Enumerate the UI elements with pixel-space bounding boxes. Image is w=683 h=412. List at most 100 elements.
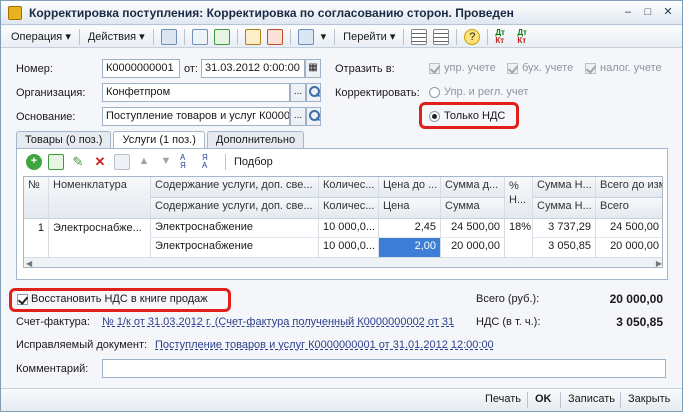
table-cell-total[interactable]: 20 000,00 (596, 238, 662, 257)
sort-asc-icon[interactable]: АЯ (180, 154, 196, 170)
copy-row-icon[interactable] (48, 154, 64, 170)
table-cell-content[interactable]: Электроснабжение (151, 238, 319, 257)
dt-kt-movements-icon[interactable]: Дт Кт (517, 28, 533, 45)
org-label: Организация: (16, 87, 86, 99)
reflect-upr-checkbox[interactable] (429, 63, 440, 74)
scroll-left-icon[interactable]: ◀ (26, 259, 32, 267)
adjust-vat-only-radio[interactable] (429, 111, 440, 122)
col-header-price[interactable]: Цена (379, 198, 441, 219)
reflect-nal-checkbox[interactable] (585, 63, 596, 74)
col-header-qty-before[interactable]: Количес... (319, 177, 379, 198)
col-header-qty[interactable]: Количес... (319, 198, 379, 219)
table-cell-number[interactable]: 1 (24, 219, 49, 257)
table-cell-vat-sum[interactable]: 3 050,85 (533, 238, 596, 257)
chevron-down-icon[interactable]: ▾ (317, 30, 331, 43)
select-basis-button[interactable]: ... (290, 107, 306, 126)
col-header-nomenclature[interactable]: Номенклатура (49, 177, 151, 219)
scroll-right-icon[interactable]: ▶ (656, 259, 662, 267)
dt-kt-report-icon[interactable]: Дт Кт (495, 28, 511, 45)
add-row-icon[interactable]: + (26, 154, 42, 170)
table-cell-total-before[interactable]: 24 500,00 (596, 219, 662, 238)
sort-desc-icon[interactable]: ЯА (202, 154, 218, 170)
col-header-sum-before[interactable]: Сумма д... (441, 177, 505, 198)
download-icon[interactable] (266, 28, 283, 45)
date-field[interactable]: 31.03.2012 0:00:00 (201, 59, 305, 78)
restore-vat-label: Восстановить НДС в книге продаж (31, 293, 208, 305)
delete-row-icon[interactable]: ✕ (92, 154, 108, 170)
structure-icon[interactable] (411, 28, 428, 45)
comment-field[interactable] (102, 359, 666, 378)
number-label: Номер: (16, 63, 53, 75)
goto-menu[interactable]: Перейти ▾ (339, 30, 399, 43)
table-cell-price-selected[interactable]: 2,00 (379, 238, 441, 257)
col-header-content[interactable]: Содержание услуги, доп. све... (151, 198, 319, 219)
col-header-number[interactable]: № (24, 177, 49, 219)
calendar-icon[interactable]: ▦ (305, 59, 321, 78)
restore-vat-checkbox[interactable] (17, 294, 28, 305)
adjust-vat-only-label: Только НДС (444, 110, 506, 122)
reflect-nal-label: налог. учете (600, 62, 662, 74)
post-document-icon[interactable] (160, 28, 177, 45)
tab-goods[interactable]: Товары (0 поз.) (16, 131, 112, 149)
col-header-content-before[interactable]: Содержание услуги, доп. све... (151, 177, 319, 198)
print-button[interactable]: Печать (485, 393, 521, 405)
table-cell-vat-rate[interactable]: 18% (505, 219, 533, 238)
ok-button[interactable]: OK (535, 393, 552, 405)
operation-menu[interactable]: Операция ▾ (7, 30, 75, 43)
table-cell-sum[interactable]: 20 000,00 (441, 238, 505, 257)
table-cell-price-before[interactable]: 2,45 (379, 219, 441, 238)
table-cell-vat-sum-before[interactable]: 3 737,29 (533, 219, 596, 238)
upload-icon[interactable] (244, 28, 261, 45)
close-button[interactable]: Закрыть (628, 393, 670, 405)
close-icon[interactable]: ✕ (660, 5, 676, 20)
actions-menu[interactable]: Действия ▾ (84, 30, 149, 43)
move-down-icon[interactable]: ▼ (158, 154, 174, 170)
col-header-vat-sum[interactable]: Сумма Н... (533, 198, 596, 219)
move-up-icon[interactable]: ▲ (136, 154, 152, 170)
vat-value: 3 050,85 (616, 315, 663, 329)
reflect-upr-label: упр. учете (444, 62, 496, 74)
reflect-buh-checkbox[interactable] (507, 63, 518, 74)
basis-field[interactable]: Поступление товаров и услуг К0000 (102, 107, 290, 126)
table-cell-content-before[interactable]: Электроснабжение (151, 219, 319, 238)
minimize-icon[interactable]: – (620, 5, 636, 20)
maximize-icon[interactable]: □ (640, 5, 656, 20)
table-cell-qty-before[interactable]: 10 000,0... (319, 219, 379, 238)
open-org-icon[interactable] (306, 83, 321, 102)
number-field[interactable]: К0000000001 (102, 59, 180, 78)
tab-strip: Товары (0 поз.) Услуги (1 поз.) Дополнит… (16, 131, 306, 150)
based-on-icon[interactable] (297, 28, 314, 45)
adjust-upr-regl-label: Упр. и регл. учет (444, 86, 529, 98)
col-header-total-before[interactable]: Всего до изм... (596, 177, 662, 198)
invoice-link[interactable]: № 1/к от 31.03.2012 г. (Счет-фактура пол… (102, 316, 468, 328)
table-cell-nomenclature[interactable]: Электроснабже... (49, 219, 151, 257)
pick-button[interactable]: Подбор (230, 156, 277, 168)
end-edit-icon[interactable] (114, 154, 130, 170)
col-header-vat-sum-before[interactable]: Сумма Н... (533, 177, 596, 198)
col-header-price-before[interactable]: Цена до ... (379, 177, 441, 198)
open-basis-icon[interactable] (306, 107, 321, 126)
edit-row-icon[interactable]: ✎ (70, 154, 86, 170)
table-cell-qty[interactable]: 10 000,0... (319, 238, 379, 257)
title-bar: Корректировка поступления: Корректировка… (1, 1, 682, 25)
refresh-icon[interactable] (191, 28, 208, 45)
total-label: Всего (руб.): (476, 293, 540, 305)
organization-field[interactable]: Конфетпром (102, 83, 290, 102)
col-header-vat-rate[interactable]: % Н... (505, 177, 533, 219)
list-icon[interactable] (433, 28, 450, 45)
table-cell-vat-rate-after[interactable] (505, 238, 533, 257)
corrected-doc-link[interactable]: Поступление товаров и услуг К0000000001 … (155, 339, 494, 351)
corrected-doc-label: Исправляемый документ: (16, 339, 148, 351)
help-icon[interactable]: ? (464, 28, 481, 45)
horizontal-scrollbar[interactable]: ◀ ▶ (24, 258, 662, 267)
col-header-sum[interactable]: Сумма (441, 198, 505, 219)
select-org-button[interactable]: ... (290, 83, 306, 102)
adjust-upr-regl-radio[interactable] (429, 87, 440, 98)
save-button[interactable]: Записать (568, 393, 615, 405)
table-cell-sum-before[interactable]: 24 500,00 (441, 219, 505, 238)
vat-label: НДС (в т. ч.): (476, 316, 541, 328)
col-header-total[interactable]: Всего (596, 198, 662, 219)
tab-additional[interactable]: Дополнительно (206, 131, 305, 149)
copy-icon[interactable] (213, 28, 230, 45)
invoice-label: Счет-фактура: (16, 316, 90, 328)
